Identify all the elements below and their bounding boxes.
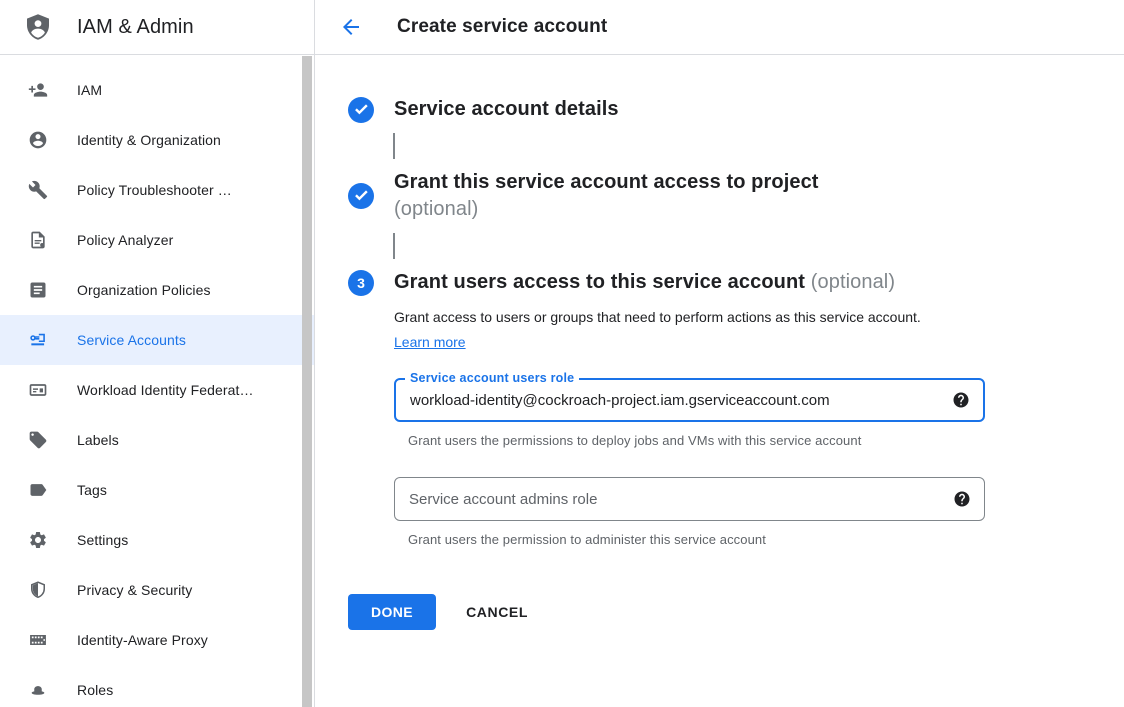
step1-title: Service account details: [394, 96, 619, 123]
iam-shield-icon: [23, 12, 53, 42]
sidebar-item-policy-troubleshooter[interactable]: Policy Troubleshooter …: [0, 165, 314, 215]
back-button[interactable]: [339, 15, 363, 39]
help-icon[interactable]: [953, 490, 971, 508]
step3-optional-label: (optional): [811, 271, 895, 293]
admins-role-helper-text: Grant users the permission to administer…: [408, 532, 1124, 547]
service-account-admins-role-field[interactable]: [394, 477, 985, 521]
users-role-helper-text: Grant users the permissions to deploy jo…: [408, 433, 1124, 448]
gear-icon: [28, 530, 48, 550]
step3-description: Grant access to users or groups that nee…: [394, 305, 942, 355]
sidebar-item-privacy-security[interactable]: Privacy & Security: [0, 565, 314, 615]
users-role-input[interactable]: [410, 392, 940, 409]
sidebar-item-labels[interactable]: Labels: [0, 415, 314, 465]
form-actions: DONE CANCEL: [348, 594, 1124, 630]
app-window: IAM & Admin IAM Identity & Organization …: [0, 0, 1124, 707]
sidebar-item-tags[interactable]: Tags: [0, 465, 314, 515]
step2-title: Grant this service account access to pro…: [394, 169, 819, 223]
sidebar-item-service-accounts[interactable]: Service Accounts: [0, 315, 314, 365]
sidebar-nav: IAM Identity & Organization Policy Troub…: [0, 55, 314, 707]
cancel-button[interactable]: CANCEL: [466, 604, 528, 620]
step2-optional-label: (optional): [394, 196, 819, 223]
step3-detail: Grant access to users or groups that nee…: [394, 305, 1124, 547]
tag-arrow-icon: [28, 480, 48, 500]
iam-admin-sidebar: IAM & Admin IAM Identity & Organization …: [0, 0, 315, 707]
step3-number-badge: 3: [348, 270, 374, 296]
page-title: Create service account: [397, 16, 607, 38]
users-role-floating-label: Service account users role: [405, 371, 579, 385]
sidebar-item-identity-organization[interactable]: Identity & Organization: [0, 115, 314, 165]
admins-role-input[interactable]: [409, 491, 941, 508]
step1-check-icon: [348, 97, 374, 123]
proxy-grid-icon: [28, 630, 48, 650]
service-account-users-role-field[interactable]: Service account users role: [394, 378, 985, 422]
product-title: IAM & Admin: [77, 16, 194, 39]
step-service-account-details: Service account details: [348, 96, 1124, 123]
step-grant-access-to-project: Grant this service account access to pro…: [348, 169, 1124, 223]
sidebar-item-identity-aware-proxy[interactable]: Identity-Aware Proxy: [0, 615, 314, 665]
step-grant-users-access: 3 Grant users access to this service acc…: [348, 269, 1124, 296]
wrench-icon: [28, 180, 48, 200]
sidebar-item-roles[interactable]: Roles: [0, 665, 314, 707]
help-icon[interactable]: [952, 391, 970, 409]
sidebar-item-policy-analyzer[interactable]: Policy Analyzer: [0, 215, 314, 265]
step-connector: [393, 133, 395, 159]
shield-half-icon: [28, 580, 48, 600]
sidebar-item-iam[interactable]: IAM: [0, 65, 314, 115]
label-tag-icon: [28, 430, 48, 450]
account-circle-icon: [28, 130, 48, 150]
sidebar-scrollbar[interactable]: [302, 56, 312, 707]
article-icon: [28, 280, 48, 300]
main-header: Create service account: [315, 0, 1124, 55]
sidebar-item-workload-identity-federation[interactable]: Workload Identity Federat…: [0, 365, 314, 415]
main-panel: Create service account Service account d…: [315, 0, 1124, 707]
sidebar-item-organization-policies[interactable]: Organization Policies: [0, 265, 314, 315]
arrow-back-icon: [339, 15, 363, 39]
hat-icon: [28, 680, 48, 700]
step3-title: Grant users access to this service accou…: [394, 269, 895, 296]
sidebar-item-settings[interactable]: Settings: [0, 515, 314, 565]
card-icon: [28, 380, 48, 400]
done-button[interactable]: DONE: [348, 594, 436, 630]
person-add-icon: [28, 80, 48, 100]
sidebar-header: IAM & Admin: [0, 0, 314, 55]
learn-more-link[interactable]: Learn more: [394, 334, 466, 350]
policy-analyzer-icon: [28, 230, 48, 250]
service-account-key-icon: [28, 330, 48, 350]
step2-check-icon: [348, 183, 374, 209]
create-service-account-form: Service account details Grant this servi…: [315, 55, 1124, 630]
step-connector: [393, 233, 395, 259]
